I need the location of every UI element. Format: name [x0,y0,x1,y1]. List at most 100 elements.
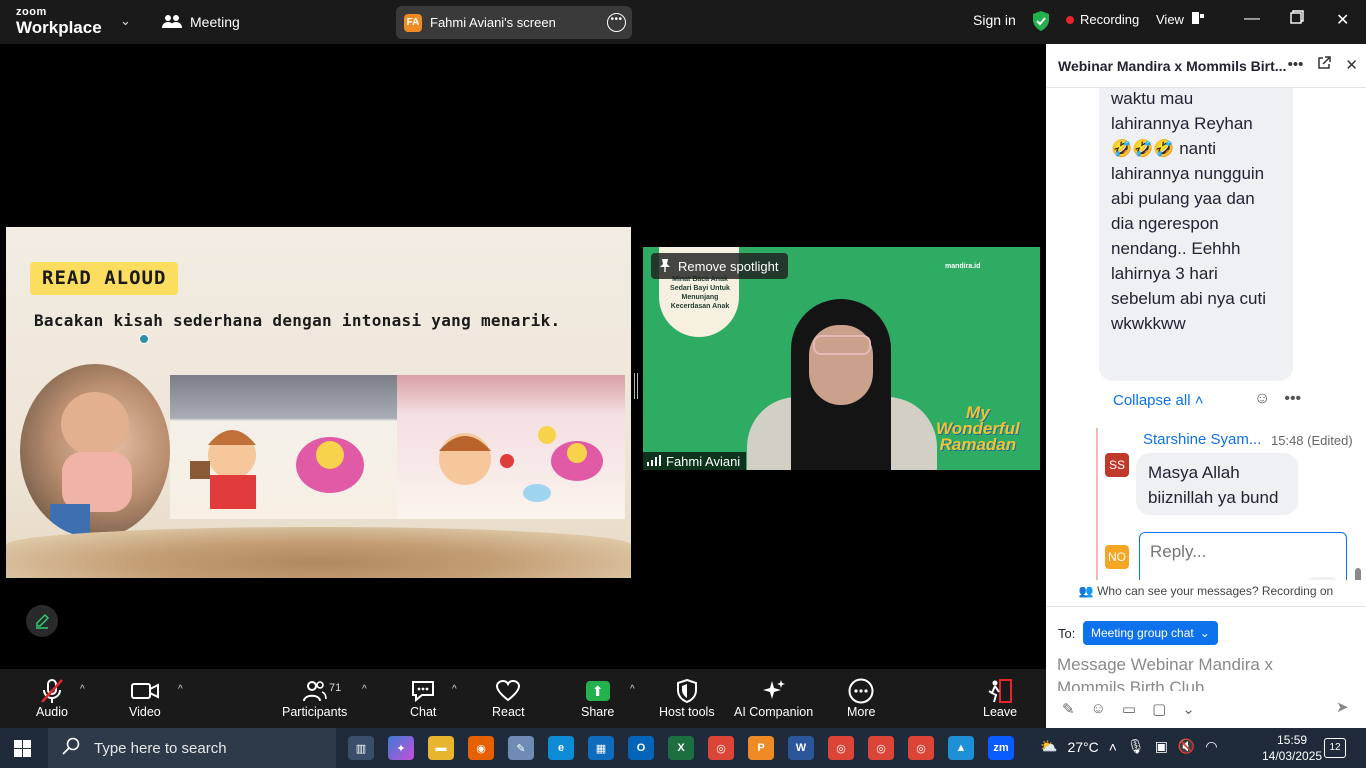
taskbar-search[interactable]: Type here to search [48,728,336,768]
chrome-profile-icon[interactable]: ◎ [828,736,854,760]
chevron-up-icon[interactable]: ^ [178,684,183,695]
message-line: lahirannya Reyhan [1111,114,1253,133]
chat-scrollbar[interactable] [1355,568,1361,580]
taskbar-search-placeholder: Type here to search [94,739,227,757]
chrome-icon[interactable]: ◎ [708,736,734,760]
reply-input[interactable] [1150,542,1330,562]
store-icon[interactable]: ▦ [588,736,614,760]
screenshot-icon[interactable]: ▢ [1152,700,1166,718]
more-options-icon[interactable]: ••• [1246,579,1262,580]
chevron-up-icon[interactable]: ^ [630,684,635,695]
pdf-reader-icon[interactable]: P [748,736,774,760]
chat-message-bubble[interactable]: waktu mau lahirannya Reyhan 🤣🤣🤣 nanti la… [1099,88,1293,381]
send-icon[interactable]: ➤ [1310,577,1336,580]
host-tools-label: Host tools [659,705,715,719]
react-button[interactable]: React [492,677,525,719]
share-button[interactable]: ⬆ Share [581,677,614,719]
collapse-all-button[interactable]: Collapse all ˄ [1113,392,1203,409]
more-options-icon[interactable]: ••• [607,13,626,32]
display-icon[interactable]: ▣ [1155,738,1168,755]
chat-thread[interactable]: waktu mau lahirannya Reyhan 🤣🤣🤣 nanti la… [1046,88,1366,580]
chevron-down-icon[interactable]: ⌄ [1182,700,1195,718]
remove-spotlight-button[interactable]: Remove spotlight [651,253,789,279]
format-text-icon[interactable]: ✎ [1156,579,1169,580]
temperature[interactable]: 27°C [1067,739,1098,755]
message-visibility-info[interactable]: 👥 Who can see your messages? Recording o… [1046,584,1366,606]
word-icon[interactable]: W [788,736,814,760]
photos-icon[interactable]: ▲ [948,736,974,760]
recording-indicator[interactable]: Recording [1066,12,1139,27]
file-icon[interactable]: ▭ [1122,700,1136,718]
chevron-up-icon[interactable]: ^ [362,684,367,695]
copilot-icon[interactable]: ✦ [388,736,414,760]
resize-handle[interactable] [634,373,638,399]
file-explorer-icon[interactable]: ▬ [428,736,454,760]
zoom-workplace-logo[interactable]: zoom Workplace [16,6,102,37]
ai-companion-button[interactable]: AI Companion [734,677,813,719]
reply-composer[interactable]: ✎ ☺ ▭ ••• ➤ [1139,532,1347,580]
taskbar-clock[interactable]: 15:59 14/03/2025 [1262,732,1322,764]
chat-message-bubble[interactable]: Masya Allah biiznillah ya bund [1136,453,1298,515]
microphone-icon[interactable]: 🎙 [1127,738,1145,755]
chrome-profile-icon[interactable]: ◎ [868,736,894,760]
message-line: sebelum abi nya cuti [1111,289,1266,308]
windows-start-icon[interactable] [14,740,31,757]
minimize-icon[interactable]: — [1244,10,1260,28]
pinned-apps: ▥ ✦ ▬ ◉ ✎ e ▦ O X ◎ P W ◎ ◎ ◎ ▲ zm [348,736,1014,760]
chevron-up-icon[interactable]: ^ [452,684,457,695]
chevron-up-icon[interactable]: ^ [80,684,85,695]
more-button[interactable]: More [847,677,875,719]
security-shield-icon[interactable] [1032,10,1050,37]
annotate-pencil-icon[interactable] [26,605,58,637]
chat-button[interactable]: Chat [410,677,436,719]
collapse-all-label: Collapse all [1113,392,1191,409]
format-text-icon[interactable]: ✎ [1062,700,1075,718]
wifi-icon[interactable]: ◠ [1205,738,1217,755]
speaker-muted-icon[interactable]: 🔇 [1178,738,1195,755]
participants-group-icon [162,13,182,32]
logo-zoom-text: zoom [16,6,47,18]
task-view-icon[interactable]: ▥ [348,736,374,760]
firefox-icon[interactable]: ◉ [468,736,494,760]
avatar[interactable]: SS [1105,453,1129,477]
pop-out-icon[interactable] [1317,56,1332,74]
chevron-down-icon[interactable]: ⌄ [120,13,131,29]
weather-icon[interactable]: ⛅ [1040,738,1057,755]
paint-icon[interactable]: ✎ [508,736,534,760]
chevron-up-icon[interactable]: ˄ [1109,739,1117,755]
sign-in-button[interactable]: Sign in [973,12,1016,28]
send-icon[interactable]: ➤ [1336,698,1349,716]
leave-button[interactable]: Leave [983,677,1017,719]
video-button[interactable]: Video [129,677,161,719]
more-options-icon[interactable]: ••• [1284,390,1301,408]
spotlight-video-tile[interactable]: Minat Baca Anak Sedari Bayi Untuk Menunj… [643,247,1040,470]
emoji-icon[interactable]: ☺ [1091,700,1106,718]
leave-door-icon [987,677,1013,705]
edge-icon[interactable]: e [548,736,574,760]
microphone-muted-icon [40,677,64,705]
maximize-icon[interactable] [1290,10,1304,29]
close-icon[interactable]: ✕ [1336,10,1349,30]
message-author[interactable]: Starshine Syam... [1143,431,1261,448]
recipient-select[interactable]: Meeting group chat ⌄ [1083,621,1218,645]
shared-screen-indicator[interactable]: FA Fahmi Aviani's screen ••• [396,6,632,39]
message-input[interactable]: Message Webinar Mandira x Mommils Birth … [1057,653,1307,691]
audio-button[interactable]: Audio [36,677,68,719]
outlook-icon[interactable]: O [628,736,654,760]
excel-icon[interactable]: X [668,736,694,760]
search-icon [62,737,80,760]
host-tools-button[interactable]: Host tools [659,677,715,719]
more-options-icon[interactable]: ••• [1288,56,1304,74]
emoji-icon[interactable]: ☺ [1185,579,1200,580]
message-placeholder-line: Mommils Birth Club [1057,678,1205,691]
view-button[interactable]: View [1156,12,1204,27]
meeting-label: Meeting [190,14,240,30]
zoom-app-icon[interactable]: zm [988,736,1014,760]
add-reaction-icon[interactable]: ☺ [1254,390,1270,408]
shared-screen-title: Fahmi Aviani's screen [430,15,556,30]
notification-center-icon[interactable]: 12 [1324,738,1346,758]
file-icon[interactable]: ▭ [1216,579,1230,580]
meeting-menu-button[interactable]: Meeting [162,12,240,32]
close-icon[interactable]: ✕ [1345,56,1358,74]
chrome-profile-icon[interactable]: ◎ [908,736,934,760]
